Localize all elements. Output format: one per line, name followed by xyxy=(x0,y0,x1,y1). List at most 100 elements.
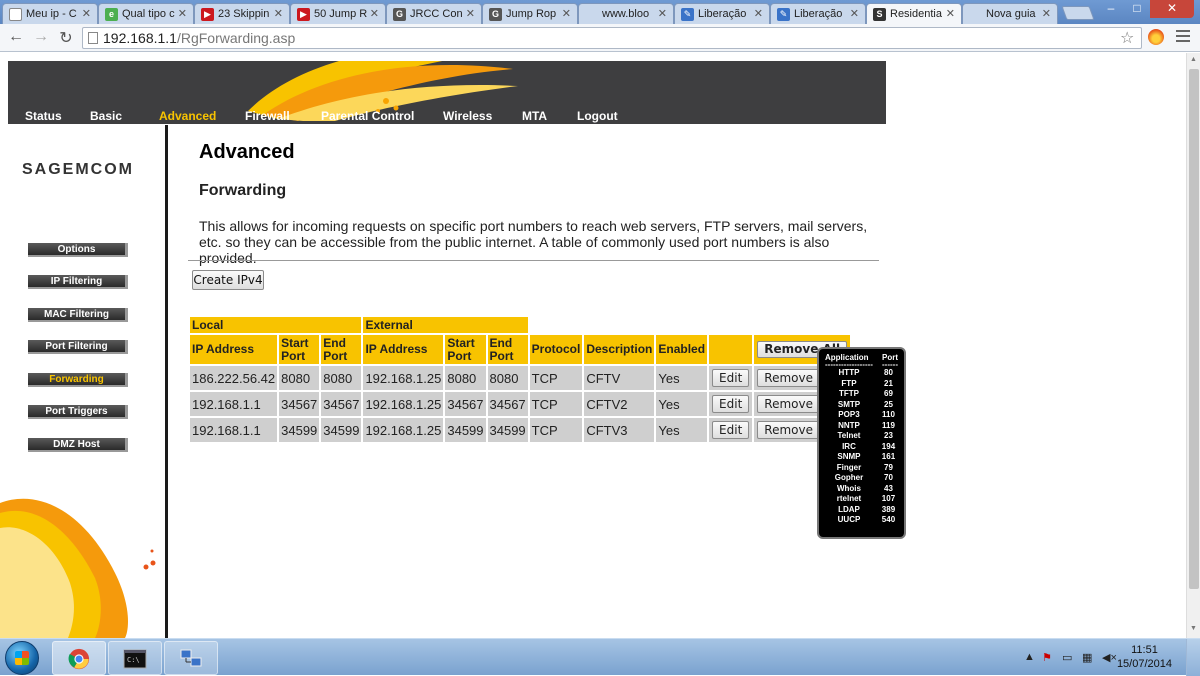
reload-button[interactable]: ↻ xyxy=(56,28,76,48)
sagemcom-logo: SAGEMCOM xyxy=(22,161,134,178)
port-ref-row: SNMP 161 xyxy=(822,452,901,463)
network-icon xyxy=(180,649,202,667)
side-dmz-host[interactable]: DMZ Host xyxy=(28,438,128,452)
scroll-down-icon[interactable]: ▼ xyxy=(1190,625,1197,632)
nav-status[interactable]: Status xyxy=(25,109,62,123)
browser-tab[interactable]: ▶ 50 Jump R ✕ xyxy=(290,3,386,24)
system-clock[interactable]: 11:51 15/07/2014 xyxy=(1117,643,1172,671)
tray-expand-icon[interactable]: ▲ xyxy=(1024,651,1035,663)
scrollbar-thumb[interactable] xyxy=(1189,69,1199,589)
side-ip-filtering[interactable]: IP Filtering xyxy=(28,275,128,289)
tab-close-icon[interactable]: ✕ xyxy=(82,7,91,20)
tab-close-icon[interactable]: ✕ xyxy=(562,7,571,20)
edit-button[interactable]: Edit xyxy=(712,369,750,387)
port-ref-port: 389 xyxy=(881,504,896,514)
side-options[interactable]: Options xyxy=(28,243,128,257)
nav-logout[interactable]: Logout xyxy=(577,109,618,123)
forward-button[interactable]: → xyxy=(31,28,51,46)
menu-icon[interactable] xyxy=(1176,30,1190,45)
port-ref-port: 23 xyxy=(884,431,893,440)
tab-close-icon[interactable]: ✕ xyxy=(466,7,475,20)
router-header: Status Basic Advanced Firewall Parental … xyxy=(8,61,886,124)
nav-firewall[interactable]: Firewall xyxy=(245,109,290,123)
section-title: Forwarding xyxy=(199,182,287,199)
browser-tab[interactable]: Nova guia ✕ xyxy=(962,3,1058,24)
remove-button[interactable]: Remove xyxy=(757,395,820,413)
g-icon: G xyxy=(489,8,502,21)
page-title: Advanced xyxy=(199,141,295,163)
page-scrollbar[interactable]: ▲ ▼ xyxy=(1186,53,1200,638)
col-ext-end: End Port xyxy=(487,335,528,364)
document-icon xyxy=(9,8,22,21)
tab-close-icon[interactable]: ✕ xyxy=(178,7,187,20)
browser-tab[interactable]: ✎ Liberação ✕ xyxy=(770,3,866,24)
tab-close-icon[interactable]: ✕ xyxy=(370,7,379,20)
browser-tab[interactable]: G Jump Rop ✕ xyxy=(482,3,578,24)
browser-tab[interactable]: G JRCC Con ✕ xyxy=(386,3,482,24)
new-tab-button[interactable] xyxy=(1061,6,1095,20)
nav-mta[interactable]: MTA xyxy=(522,109,547,123)
tab-close-icon[interactable]: ✕ xyxy=(754,7,763,20)
create-ipv4-button[interactable]: Create IPv4 xyxy=(192,270,264,290)
col-local-ip: IP Address xyxy=(190,335,278,364)
side-port-triggers[interactable]: Port Triggers xyxy=(28,405,128,419)
edit-button[interactable]: Edit xyxy=(712,395,750,413)
port-ref-app: UUCP xyxy=(837,515,861,524)
side-port-filtering[interactable]: Port Filtering xyxy=(28,340,128,354)
taskbar-chrome[interactable] xyxy=(52,641,106,675)
port-ref-row: TFTP 69 xyxy=(822,389,901,400)
bookmark-star-icon[interactable]: ☆ xyxy=(1120,28,1134,48)
tab-close-icon[interactable]: ✕ xyxy=(946,7,955,20)
browser-tab-strip: – □ ✕ Meu ip - C ✕ e Qual tipo c ✕ ▶ 23 Skippi… xyxy=(0,0,1200,24)
windows-taskbar: C:\ ▲ ⚑ ▭ ▦ ◀× 11:51 15/07/2014 xyxy=(0,638,1200,676)
browser-tab[interactable]: ▶ 23 Skippin ✕ xyxy=(194,3,290,24)
tab-close-icon[interactable]: ✕ xyxy=(274,7,283,20)
port-reference-panel: Application Port ------------------ ----… xyxy=(817,347,906,539)
browser-tab[interactable]: S Residentia ✕ xyxy=(866,3,962,24)
browser-tab[interactable]: e Qual tipo c ✕ xyxy=(98,3,194,24)
blank-icon xyxy=(969,8,982,21)
remove-button[interactable]: Remove xyxy=(757,421,820,439)
browser-tab[interactable]: Meu ip - C ✕ xyxy=(2,3,98,24)
address-bar[interactable]: 192.168.1.1/RgForwarding.asp xyxy=(82,27,1142,49)
maximize-button[interactable]: □ xyxy=(1124,0,1150,18)
tab-close-icon[interactable]: ✕ xyxy=(1042,7,1051,20)
window-close-button[interactable]: ✕ xyxy=(1150,0,1194,18)
scroll-up-icon[interactable]: ▲ xyxy=(1190,56,1197,63)
nav-parental-control[interactable]: Parental Control xyxy=(321,109,414,123)
tray-volume-icon[interactable]: ◀× xyxy=(1102,651,1117,664)
blank-icon xyxy=(585,8,598,21)
nav-wireless[interactable]: Wireless xyxy=(443,109,492,123)
back-button[interactable]: ← xyxy=(6,28,26,46)
system-tray: ▲ ⚑ ▭ ▦ ◀× 11:51 15/07/2014 xyxy=(1010,639,1200,676)
router-top-nav: Status Basic Advanced Firewall Parental … xyxy=(8,106,886,124)
side-mac-filtering[interactable]: MAC Filtering xyxy=(28,308,128,322)
port-ref-port: 161 xyxy=(881,452,896,461)
side-forwarding[interactable]: Forwarding xyxy=(28,373,128,387)
extension-icon[interactable] xyxy=(1148,29,1164,45)
port-ref-app: IRC xyxy=(842,441,856,451)
port-ref-port: 119 xyxy=(882,420,895,430)
tab-close-icon[interactable]: ✕ xyxy=(850,7,859,20)
port-ref-port: 69 xyxy=(884,389,893,398)
show-desktop-button[interactable] xyxy=(1186,639,1200,676)
browser-toolbar: ← → ↻ 192.168.1.1/RgForwarding.asp ☆ xyxy=(0,24,1200,52)
youtube-icon: ▶ xyxy=(201,8,214,21)
taskbar-cmd[interactable]: C:\ xyxy=(108,641,162,675)
nav-basic[interactable]: Basic xyxy=(90,109,122,123)
taskbar-network[interactable] xyxy=(164,641,218,675)
nav-advanced[interactable]: Advanced xyxy=(159,109,216,123)
tab-close-icon[interactable]: ✕ xyxy=(658,7,667,20)
browser-tab[interactable]: www.bloo ✕ xyxy=(578,3,674,24)
browser-tab[interactable]: ✎ Liberação ✕ xyxy=(674,3,770,24)
tray-flag-icon[interactable]: ⚑ xyxy=(1042,651,1052,664)
table-row: 192.168.1.1 34599 34599 192.168.1.25 345… xyxy=(190,418,851,442)
remove-button[interactable]: Remove xyxy=(757,369,820,387)
minimize-button[interactable]: – xyxy=(1098,0,1124,18)
divider xyxy=(188,260,879,261)
edit-button[interactable]: Edit xyxy=(712,421,750,439)
tray-monitor-icon[interactable]: ▭ xyxy=(1062,651,1072,664)
tray-network-icon[interactable]: ▦ xyxy=(1082,651,1092,664)
pen-icon: ✎ xyxy=(777,8,790,21)
start-button[interactable] xyxy=(5,641,39,675)
